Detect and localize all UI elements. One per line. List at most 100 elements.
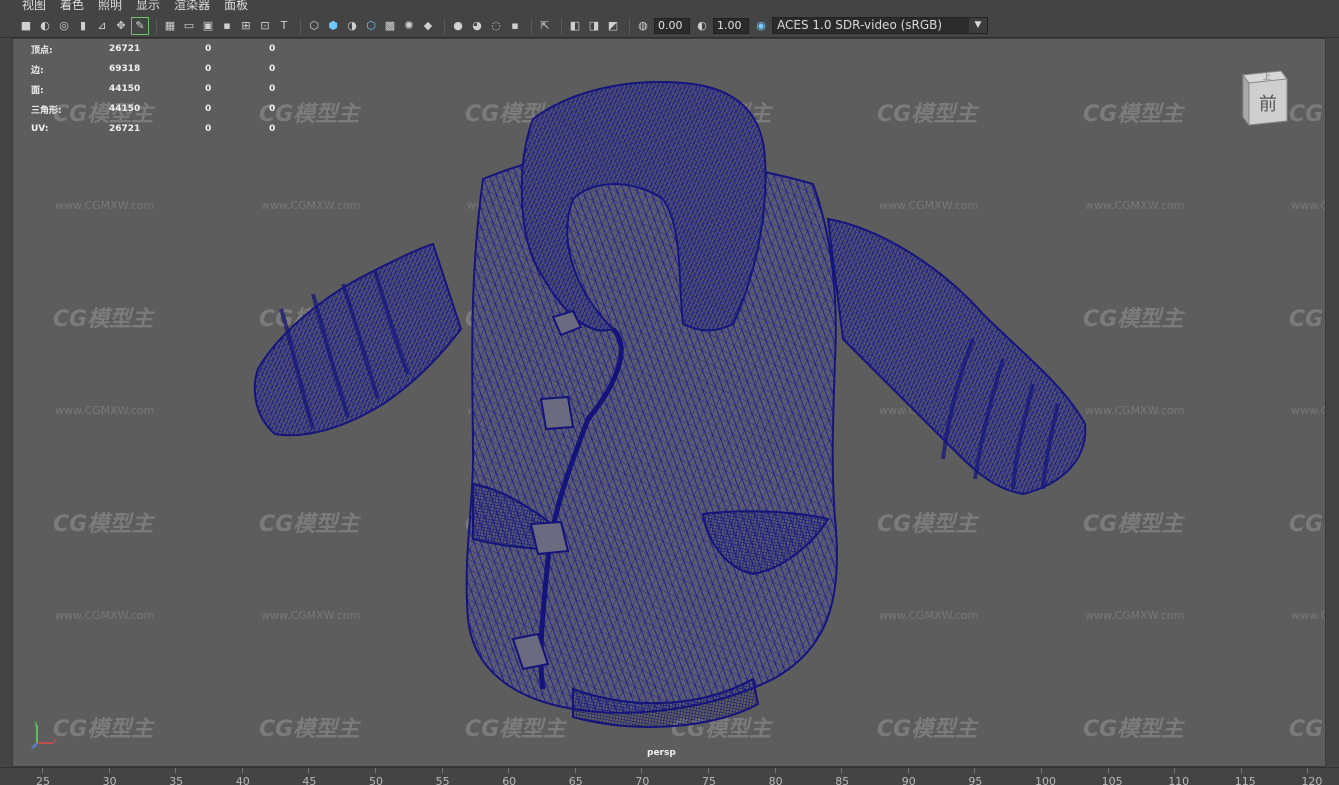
camera-icon[interactable]: ■ [18, 18, 34, 34]
hud-row-uvs: UV: 26721 0 0 [31, 119, 289, 139]
resolution-gate-icon[interactable]: ▣ [200, 18, 216, 34]
svg-text:z: z [31, 744, 34, 749]
axis-gizmo: y x z [31, 720, 57, 749]
film-gate-icon[interactable]: ▭ [181, 18, 197, 34]
ruler-tick-mark [774, 768, 776, 773]
ruler-tick-label: 35 [169, 775, 184, 785]
ruler-tick-mark [508, 768, 510, 773]
ruler-tick-mark [907, 768, 909, 773]
ruler-tick-mark [1041, 768, 1042, 773]
toolbar-separator [531, 17, 532, 34]
lights-icon[interactable]: ✺ [401, 18, 417, 34]
xray-joints-icon[interactable]: ◨ [586, 18, 602, 34]
view-transform-dropdown[interactable]: ACES 1.0 SDR-video (sRGB) ▼ [772, 17, 988, 34]
poly-count-hud: 顶点: 26721 0 0 边: 69318 0 0 面: 44150 0 0 … [31, 39, 289, 139]
ruler-tick-label: 55 [435, 775, 450, 785]
depth-of-field-icon[interactable]: ▪ [507, 18, 523, 34]
hud-label: 三角形: [31, 105, 62, 116]
view-transform-label: ACES 1.0 SDR-video (sRGB) [777, 18, 943, 32]
ruler-tick-mark [441, 768, 443, 773]
ruler-tick-mark [641, 768, 643, 773]
shadows-icon[interactable]: ◆ [420, 18, 436, 34]
2d-pan-zoom-icon[interactable]: ✥ [113, 18, 129, 34]
hud-value: 44150 [109, 104, 141, 114]
smooth-shade-icon[interactable]: ⬢ [325, 18, 341, 34]
grid-icon[interactable]: ▦ [162, 18, 178, 34]
camera-bookmark-icon[interactable]: ◎ [56, 18, 72, 34]
motion-blur-icon[interactable]: ◕ [469, 18, 485, 34]
hud-value: 0 [269, 104, 276, 114]
ruler-tick-label: 60 [502, 775, 517, 785]
toolbar-separator [444, 17, 445, 34]
ruler-tick-label: 120 [1301, 775, 1323, 785]
menu-lighting[interactable]: 照明 [98, 0, 122, 12]
hud-value: 0 [205, 104, 212, 114]
toolbar-separator [561, 17, 562, 34]
hud-value: 44150 [109, 84, 141, 94]
hud-value: 69318 [109, 64, 141, 74]
wireframe-icon[interactable]: ⬡ [306, 18, 322, 34]
3d-viewport[interactable]: CG模型主CG模型主CG模型主CG模型主CG模型主CG模型主CG模型主CG模型主… [12, 38, 1326, 767]
exposure-icon[interactable]: ◍ [635, 18, 651, 34]
ruler-tick-label: 65 [568, 775, 583, 785]
wireframe-on-shaded-icon[interactable]: ⬡ [363, 18, 379, 34]
menu-shading[interactable]: 着色 [60, 0, 84, 12]
menu-view[interactable]: 视图 [22, 0, 46, 12]
ruler-tick-label: 105 [1101, 775, 1123, 785]
ruler-tick-mark [1240, 768, 1242, 773]
image-plane-icon[interactable]: ⊿ [94, 18, 110, 34]
ruler-tick-label: 75 [702, 775, 716, 785]
color-management-icon[interactable]: ◉ [753, 18, 769, 34]
viewport-menu-bar: 视图 着色 照明 显示 渲染器 面板 [0, 0, 1339, 14]
ruler-tick-label: 25 [36, 775, 50, 785]
viewcube-top-label: 上 [1263, 72, 1271, 81]
hud-value: 0 [205, 84, 212, 94]
chevron-down-icon: ▼ [969, 18, 987, 33]
field-chart-icon[interactable]: ⊞ [238, 18, 254, 34]
safe-title-icon[interactable]: T [276, 18, 292, 34]
gate-mask-icon[interactable]: ▪ [219, 18, 235, 34]
bookmark-icon[interactable]: ▮ [75, 18, 91, 34]
hud-row-faces: 面: 44150 0 0 [31, 79, 289, 99]
camera-attributes-icon[interactable]: ◐ [37, 18, 53, 34]
ambient-occlusion-icon[interactable]: ● [450, 18, 466, 34]
toolbar-separator [156, 17, 157, 34]
toolbar-separator [300, 17, 301, 34]
hud-value: 0 [205, 44, 212, 54]
gamma-icon[interactable]: ◐ [694, 18, 710, 34]
grease-pencil-icon[interactable]: ✎ [131, 16, 149, 35]
textured-icon[interactable]: ▩ [382, 18, 398, 34]
ruler-tick-label: 30 [102, 775, 117, 785]
xray-icon[interactable]: ◧ [567, 18, 583, 34]
isolate-select-icon[interactable]: ⇱ [537, 18, 553, 34]
ruler-tick-label: 45 [302, 775, 317, 785]
menu-renderer[interactable]: 渲染器 [174, 0, 210, 12]
view-cube[interactable]: 上 前 [1237, 65, 1289, 127]
ruler-tick-mark [841, 768, 843, 773]
exposure-field[interactable]: 0.00 [654, 17, 690, 34]
menu-panels[interactable]: 面板 [224, 0, 248, 12]
hud-label: 边: [31, 65, 44, 76]
hud-value: 26721 [109, 124, 141, 134]
default-material-icon[interactable]: ◑ [344, 18, 360, 34]
hud-value: 0 [269, 64, 276, 74]
backface-icon[interactable]: ◩ [605, 18, 621, 34]
hud-value: 0 [205, 124, 212, 134]
menu-show[interactable]: 显示 [136, 0, 160, 12]
hud-value: 0 [205, 64, 212, 74]
gamma-field[interactable]: 1.00 [713, 17, 749, 34]
hud-row-edges: 边: 69318 0 0 [31, 59, 289, 79]
ruler-tick-mark [175, 768, 177, 773]
jacket-wireframe-model[interactable] [13, 39, 1326, 767]
safe-action-icon[interactable]: ⊡ [257, 18, 273, 34]
time-slider-ruler[interactable]: 25 30 35 40 45 50 55 60 65 70 75 80 85 90 95 100 105 110 1… [0, 767, 1339, 785]
toolbar-separator [629, 17, 630, 34]
camera-name-label: persp [647, 748, 676, 758]
viewport-toolbar: ■ ◐ ◎ ▮ ⊿ ✥ ✎ ▦ ▭ ▣ ▪ ⊞ ⊡ T ⬡ ⬢ ◑ ⬡ ▩ ✺ … [0, 14, 1339, 38]
anti-aliasing-icon[interactable]: ◌ [488, 18, 504, 34]
right-panel-edge [1326, 38, 1339, 767]
ruler-tick-mark [241, 768, 243, 773]
ruler-tick-mark [42, 768, 43, 773]
ruler-tick-mark [375, 768, 376, 773]
hud-label: UV: [31, 124, 49, 134]
